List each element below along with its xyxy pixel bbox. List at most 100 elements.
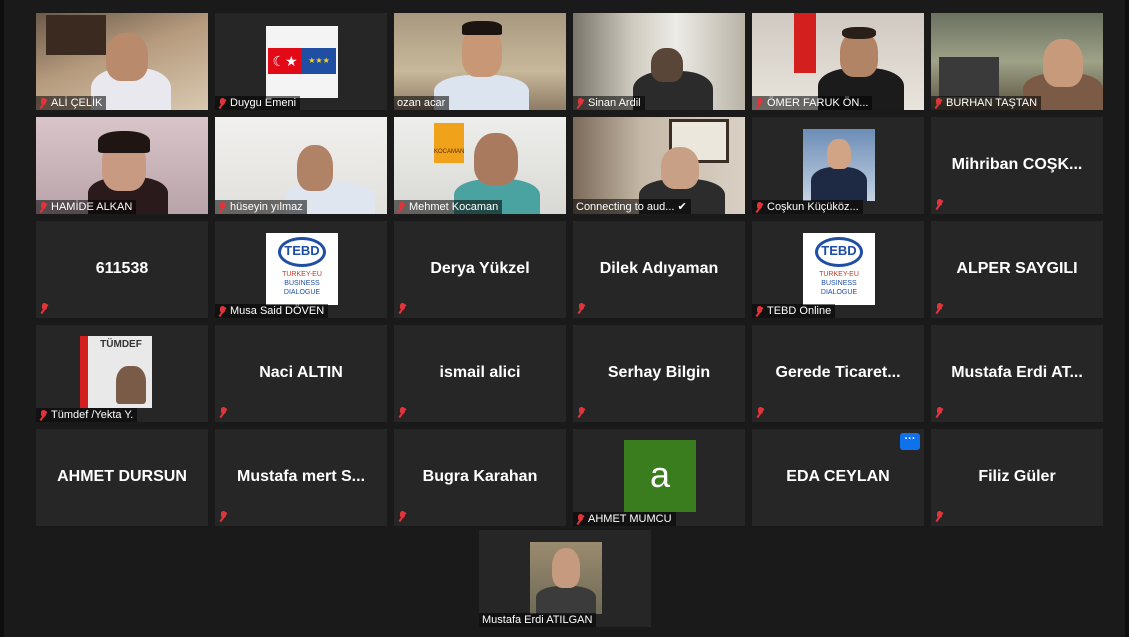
participant-tile[interactable]: ALİ ÇELİK — [36, 13, 208, 110]
participant-name: Mihriban COŞK... — [951, 155, 1083, 173]
participant-photo — [803, 129, 875, 201]
participant-name: Derya Yükzel — [430, 259, 530, 277]
muted-mic-icon — [756, 407, 765, 418]
participant-label: Mustafa Erdi ATILGAN — [479, 613, 597, 627]
participant-label: AHMET MUMCU — [573, 512, 676, 526]
participant-label: Coşkun Küçüköz... — [752, 200, 863, 214]
muted-mic-icon — [934, 97, 943, 109]
participant-label: BURHAN TAŞTAN — [931, 96, 1042, 110]
more-options-button[interactable]: ··· — [900, 433, 920, 450]
participant-tile[interactable]: TÜMDEF Tümdef /Yekta Y. — [36, 325, 208, 422]
muted-mic-icon — [755, 305, 764, 317]
participant-tile[interactable]: TEBD TURKEY-EU BUSINESS DIALOGUE TEBD On… — [752, 221, 924, 318]
participant-tile[interactable]: KOCAMAN Mehmet Kocaman — [394, 117, 566, 214]
participant-tile[interactable]: a AHMET MUMCU — [573, 429, 745, 526]
participant-tile[interactable]: TEBD TURKEY-EU BUSINESS DIALOGUE Musa Sa… — [215, 221, 387, 318]
participant-tile[interactable]: Dilek Adıyaman — [573, 221, 745, 318]
participant-tile[interactable]: Sinan Ardil — [573, 13, 745, 110]
participant-label: Mehmet Kocaman — [394, 200, 503, 214]
tebd-logo: TEBD TURKEY-EU BUSINESS DIALOGUE — [803, 233, 875, 305]
participant-label: ALİ ÇELİK — [36, 96, 107, 110]
muted-mic-icon — [219, 407, 228, 418]
muted-mic-icon — [218, 97, 227, 109]
muted-mic-icon — [576, 513, 585, 525]
muted-mic-icon — [39, 97, 48, 109]
participant-tile[interactable]: Mihriban COŞK... — [931, 117, 1103, 214]
participant-name: Dilek Adıyaman — [599, 259, 719, 277]
participant-label: Tümdef /Yekta Y. — [36, 408, 138, 422]
muted-mic-icon — [577, 407, 586, 418]
participant-label: ÖMER FARUK ÖN... — [752, 96, 873, 110]
participant-label: Duygu Emeni — [215, 96, 301, 110]
muted-mic-icon — [218, 201, 227, 213]
participant-tile[interactable]: hüseyin yılmaz — [215, 117, 387, 214]
kocaman-logo: KOCAMAN — [434, 123, 464, 163]
participant-tile[interactable]: Coşkun Küçüköz... — [752, 117, 924, 214]
muted-mic-icon — [398, 303, 407, 314]
participant-name: AHMET DURSUN — [57, 467, 187, 485]
muted-mic-icon — [39, 201, 48, 213]
participant-tile[interactable]: Naci ALTIN — [215, 325, 387, 422]
participant-label: hüseyin yılmaz — [215, 200, 307, 214]
participant-name: Gerede Ticaret... — [775, 363, 901, 381]
muted-mic-icon — [755, 97, 764, 109]
participant-tile[interactable]: Serhay Bilgin — [573, 325, 745, 422]
muted-mic-icon — [39, 409, 48, 421]
participant-tile[interactable]: 611538 — [36, 221, 208, 318]
participant-name: Mustafa Erdi AT... — [951, 363, 1083, 381]
participant-tile[interactable]: Mustafa Erdi ATILGAN — [479, 530, 651, 627]
participant-tile[interactable]: AHMET DURSUN — [36, 429, 208, 526]
gallery-grid: ALİ ÇELİK ☾★ ★★★ Duygu Emeni ozan acar S… — [36, 13, 1103, 526]
participant-tile[interactable]: HAMİDE ALKAN — [36, 117, 208, 214]
participant-tile[interactable]: ismail alici — [394, 325, 566, 422]
muted-mic-icon — [397, 201, 406, 213]
check-icon: ✔ — [677, 201, 687, 213]
participant-tile[interactable]: Derya Yükzel — [394, 221, 566, 318]
participant-name: Naci ALTIN — [259, 363, 343, 381]
tebd-logo: TEBD TURKEY-EU BUSINESS DIALOGUE — [266, 233, 338, 305]
participant-name: Mustafa mert S... — [236, 467, 366, 485]
muted-mic-icon — [218, 305, 227, 317]
muted-mic-icon — [935, 199, 944, 210]
tumdef-image: TÜMDEF — [80, 336, 152, 408]
participant-name: Bugra Karahan — [422, 467, 538, 485]
participant-label: Connecting to aud... ✔ — [573, 199, 691, 214]
muted-mic-icon — [40, 303, 49, 314]
muted-mic-icon — [755, 201, 764, 213]
participant-tile[interactable]: ALPER SAYGILI — [931, 221, 1103, 318]
participant-tile[interactable]: Gerede Ticaret... — [752, 325, 924, 422]
participant-label: HAMİDE ALKAN — [36, 200, 137, 214]
participant-label: Musa Said DÖVEN — [215, 304, 329, 318]
meeting-window: ALİ ÇELİK ☾★ ★★★ Duygu Emeni ozan acar S… — [0, 0, 1129, 637]
participant-tile[interactable]: Filiz Güler — [931, 429, 1103, 526]
participant-tile[interactable]: Mustafa mert S... — [215, 429, 387, 526]
participant-tile[interactable]: BURHAN TAŞTAN — [931, 13, 1103, 110]
participant-photo — [530, 542, 602, 614]
participant-name: 611538 — [95, 259, 149, 277]
participant-name: EDA CEYLAN — [786, 467, 890, 485]
muted-mic-icon — [935, 303, 944, 314]
participant-tile[interactable]: ☾★ ★★★ Duygu Emeni — [215, 13, 387, 110]
muted-mic-icon — [577, 303, 586, 314]
participant-tile[interactable]: Connecting to aud... ✔ — [573, 117, 745, 214]
participant-name: ismail alici — [439, 363, 521, 381]
muted-mic-icon — [398, 511, 407, 522]
participant-name: Serhay Bilgin — [607, 363, 711, 381]
flag-image: ☾★ ★★★ — [266, 26, 338, 98]
participant-label: ozan acar — [394, 96, 450, 110]
muted-mic-icon — [219, 511, 228, 522]
muted-mic-icon — [935, 511, 944, 522]
participant-tile-active-speaker[interactable]: ozan acar — [394, 13, 566, 110]
avatar: a — [624, 440, 696, 512]
participant-name: ALPER SAYGILI — [956, 259, 1078, 277]
participant-tile[interactable]: ÖMER FARUK ÖN... — [752, 13, 924, 110]
participant-tile[interactable]: EDA CEYLAN ··· — [752, 429, 924, 526]
muted-mic-icon — [576, 97, 585, 109]
muted-mic-icon — [935, 407, 944, 418]
participant-tile[interactable]: Mustafa Erdi AT... — [931, 325, 1103, 422]
participant-tile[interactable]: Bugra Karahan — [394, 429, 566, 526]
participant-label: TEBD Online — [752, 304, 836, 318]
muted-mic-icon — [398, 407, 407, 418]
participant-label: Sinan Ardil — [573, 96, 645, 110]
participant-name: Filiz Güler — [978, 467, 1056, 485]
